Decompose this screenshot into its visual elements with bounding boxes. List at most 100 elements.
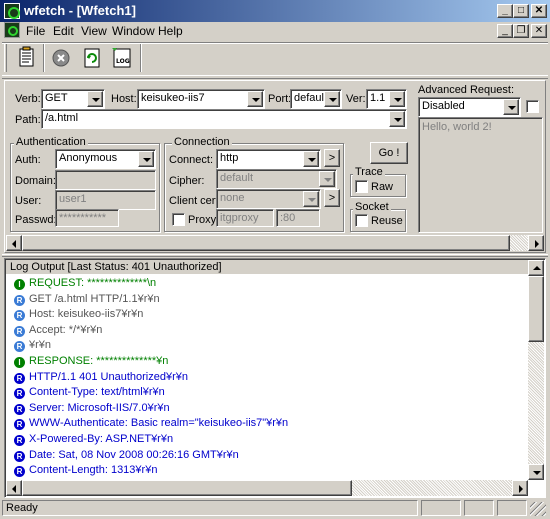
- chevron-down-icon[interactable]: [389, 91, 405, 107]
- reuse-checkbox[interactable]: [355, 214, 368, 227]
- path-combobox[interactable]: /a.html: [41, 109, 407, 129]
- menu-file[interactable]: File: [23, 23, 48, 39]
- proxy-port-value: :80: [280, 212, 296, 224]
- raw-checkbox[interactable]: [355, 180, 368, 193]
- stop-button[interactable]: [48, 44, 76, 72]
- resize-grip-icon[interactable]: [530, 502, 546, 516]
- menu-window[interactable]: Window: [109, 23, 158, 39]
- chevron-down-icon[interactable]: [324, 91, 340, 107]
- client-cert-select[interactable]: none: [216, 189, 321, 209]
- client-cert-more-button[interactable]: >: [324, 189, 340, 207]
- request-icon: R: [14, 450, 25, 462]
- ver-label: Ver:: [346, 93, 366, 105]
- port-combobox[interactable]: default: [290, 89, 342, 109]
- log-line[interactable]: R Server: Microsoft-IIS/7.0¥r¥n: [14, 401, 170, 417]
- menu-edit[interactable]: Edit: [50, 23, 77, 39]
- passwd-label: Passwd:: [15, 214, 57, 226]
- log-line-text: Content-Type: text/html¥r¥n: [29, 386, 165, 399]
- splitter[interactable]: [2, 254, 548, 257]
- go-button[interactable]: Go !: [370, 142, 408, 164]
- verb-value: GET: [45, 92, 68, 104]
- stop-icon: [52, 49, 70, 67]
- scroll-down-button[interactable]: [528, 464, 544, 480]
- scroll-left-button[interactable]: [6, 235, 22, 251]
- cipher-value: default: [220, 172, 254, 184]
- log-button[interactable]: LOG: [108, 44, 136, 72]
- mdi-restore-button[interactable]: ❐: [513, 24, 529, 38]
- new-document-button[interactable]: [12, 44, 40, 72]
- log-line[interactable]: R Accept: */*¥r¥n: [14, 323, 102, 339]
- maximize-button[interactable]: □: [513, 4, 529, 18]
- menu-help[interactable]: Help: [155, 23, 186, 39]
- client-cert-value: none: [220, 192, 245, 204]
- log-line[interactable]: R Host: keisukeo-iis7¥r¥n: [14, 307, 143, 323]
- request-icon: R: [14, 372, 25, 384]
- advanced-checkbox[interactable]: [526, 100, 539, 113]
- log-line[interactable]: R Date: Sat, 08 Nov 2008 00:26:16 GMT¥r¥n: [14, 448, 239, 464]
- chevron-down-icon[interactable]: [503, 99, 519, 115]
- proxy-host-input[interactable]: itgproxy: [216, 209, 274, 227]
- close-button[interactable]: ✕: [531, 4, 547, 18]
- log-line-text: Accept: */*¥r¥n: [29, 323, 103, 336]
- log-output[interactable]: I REQUEST: **************\n R GET /a.html H…: [6, 274, 528, 480]
- refresh-button[interactable]: [78, 44, 106, 72]
- request-icon: R: [14, 341, 25, 353]
- verb-select[interactable]: GET: [41, 89, 105, 109]
- scroll-thumb[interactable]: [22, 235, 510, 251]
- proxy-port-input[interactable]: :80: [276, 209, 320, 227]
- log-icon: LOG: [112, 48, 131, 68]
- log-line[interactable]: R ¥r¥n: [14, 338, 51, 354]
- new-document-icon: [19, 46, 34, 67]
- advanced-request-select[interactable]: Disabled: [418, 97, 521, 117]
- log-line[interactable]: I RESPONSE: **************¥n: [14, 354, 168, 370]
- passwd-input[interactable]: ***********: [55, 209, 119, 227]
- document-icon[interactable]: [4, 22, 20, 38]
- user-value: user1: [59, 193, 87, 205]
- user-input[interactable]: user1: [55, 190, 156, 210]
- scroll-left-button[interactable]: [6, 480, 22, 496]
- log-line[interactable]: R GET /a.html HTTP/1.1¥r¥n: [14, 292, 160, 308]
- scroll-up-button[interactable]: [528, 260, 544, 276]
- cipher-select[interactable]: default: [216, 169, 337, 189]
- log-line-text: X-Powered-By: ASP.NET¥r¥n: [29, 433, 174, 445]
- mdi-minimize-button[interactable]: _: [497, 24, 513, 38]
- log-line[interactable]: R WWW-Authenticate: Basic realm="keisukeo…: [14, 416, 288, 432]
- host-label: Host:: [111, 93, 137, 105]
- log-line[interactable]: R X-Powered-By: ASP.NET¥r¥n: [14, 432, 173, 448]
- log-line[interactable]: R HTTP/1.1 401 Unauthorized¥r¥n: [14, 370, 188, 386]
- log-hscroll-thumb[interactable]: [22, 480, 352, 496]
- mdi-close-button[interactable]: ✕: [531, 24, 547, 38]
- log-line[interactable]: I REQUEST: **************\n: [14, 276, 156, 292]
- ver-value: 1.1: [370, 92, 386, 104]
- path-value: /a.html: [45, 112, 79, 124]
- log-icon-text: LOG: [116, 58, 130, 65]
- scroll-right-button[interactable]: [528, 235, 544, 251]
- connect-select[interactable]: http: [216, 149, 321, 169]
- app-icon[interactable]: [4, 3, 20, 19]
- proxy-checkbox[interactable]: [172, 213, 185, 226]
- log-scroll-thumb[interactable]: [528, 276, 544, 342]
- log-line[interactable]: R Content-Type: text/html¥r¥n: [14, 385, 165, 401]
- chevron-down-icon[interactable]: [389, 111, 405, 127]
- scroll-right-button[interactable]: [512, 480, 528, 496]
- status-panel: [464, 500, 494, 516]
- menu-view[interactable]: View: [78, 23, 110, 39]
- ver-select[interactable]: 1.1: [366, 89, 407, 109]
- status-panel: [497, 500, 527, 516]
- host-combobox[interactable]: keisukeo-iis7: [137, 89, 265, 109]
- reuse-label: Reuse: [371, 215, 403, 227]
- chevron-down-icon[interactable]: [138, 151, 154, 167]
- domain-input[interactable]: [55, 170, 156, 190]
- toolbar-grip[interactable]: [4, 44, 7, 72]
- chevron-down-icon[interactable]: [87, 91, 103, 107]
- chevron-down-icon[interactable]: [303, 151, 319, 167]
- auth-select[interactable]: Anonymous: [55, 149, 156, 169]
- connect-more-button[interactable]: >: [324, 149, 340, 167]
- chevron-down-icon[interactable]: [303, 191, 319, 207]
- log-line[interactable]: R Content-Length: 1313¥r¥n: [14, 463, 157, 479]
- minimize-button[interactable]: _: [497, 4, 513, 18]
- chevron-down-icon[interactable]: [247, 91, 263, 107]
- chevron-down-icon[interactable]: [319, 171, 335, 187]
- log-line-text: Host: keisukeo-iis7¥r¥n: [29, 308, 144, 321]
- advanced-request-body[interactable]: Hello, world 2!: [418, 117, 543, 233]
